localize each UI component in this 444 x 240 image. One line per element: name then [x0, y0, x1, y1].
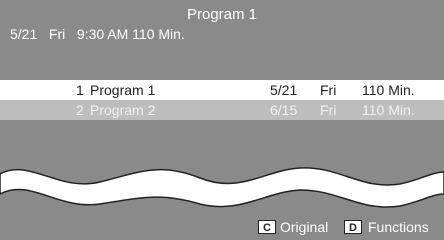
- program-row-1[interactable]: 1 Program 1 5/21 Fri 110 Min.: [0, 80, 444, 100]
- original-label: Original: [280, 219, 329, 235]
- program-duration: 110 Min.: [362, 82, 415, 98]
- program-info: 5/21 Fri 9:30 AM 110 Min.: [10, 26, 185, 42]
- program-row-2[interactable]: 2 Program 2 6/15 Fri 110 Min.: [0, 100, 444, 120]
- screen-break-wave: [0, 167, 444, 208]
- program-name: Program 1: [90, 82, 156, 98]
- program-name: Program 2: [90, 102, 156, 118]
- footer-bar: C Original D Functions: [0, 218, 444, 238]
- functions-label: Functions: [368, 219, 429, 235]
- program-duration: 110 Min.: [362, 102, 415, 118]
- program-number: 2: [76, 102, 84, 118]
- program-day: Fri: [320, 82, 337, 98]
- program-number: 1: [76, 82, 84, 98]
- c-key-icon[interactable]: C: [258, 220, 276, 234]
- program-date: 5/21: [270, 82, 298, 98]
- program-date: 6/15: [270, 102, 298, 118]
- program-list-screen: Program 1 5/21 Fri 9:30 AM 110 Min. 1 Pr…: [0, 0, 444, 240]
- program-title: Program 1: [186, 6, 258, 23]
- program-day: Fri: [320, 102, 337, 118]
- d-key-icon[interactable]: D: [344, 220, 362, 234]
